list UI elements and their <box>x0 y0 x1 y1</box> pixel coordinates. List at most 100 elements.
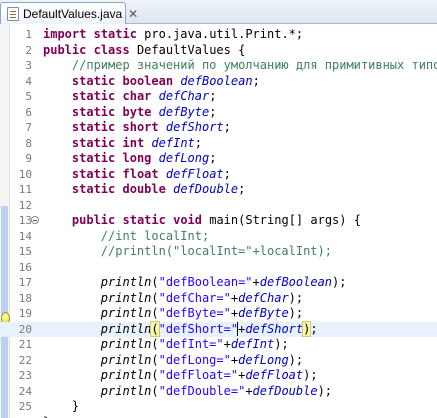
code-line[interactable]: 22 println("defLong="+defLong); <box>0 353 437 369</box>
code-token: ; <box>238 182 246 196</box>
code-token: ( <box>151 383 159 398</box>
line-text: println("defShort="+defShort); <box>43 320 318 338</box>
code-line[interactable]: 23 println("defFloat="+defFloat); <box>0 368 437 384</box>
code-token: ); <box>317 383 333 398</box>
code-token: defChar <box>238 290 289 305</box>
fold-collapse-icon[interactable] <box>31 216 39 224</box>
line-number: 18 <box>18 291 32 305</box>
line-number: 9 <box>25 152 32 165</box>
code-token: pro.java.util.Print.*; <box>136 27 304 41</box>
line-number: 1 <box>25 28 32 41</box>
code-line[interactable]: 17 println("defBoolean="+defBoolean); <box>0 275 437 291</box>
code-token: defInt <box>230 337 275 351</box>
line-text: println("defChar="+defChar); <box>43 291 303 307</box>
code-line[interactable]: 26} <box>0 415 437 418</box>
code-line[interactable]: 15 //println("localInt="+localInt); <box>0 244 437 260</box>
code-token: double <box>122 182 166 196</box>
code-token: static <box>71 120 116 134</box>
line-text: static char defChar; <box>43 89 217 105</box>
code-line[interactable]: 16 <box>0 260 437 276</box>
code-token: DefaultValues { <box>129 42 246 57</box>
line-text: println("defBoolean="+defBoolean); <box>43 275 347 291</box>
tab-defaultvalues-java[interactable]: DefaultValues.java ✕ <box>0 2 138 24</box>
code-token: defShort <box>165 120 224 134</box>
code-token: defLong <box>238 352 289 367</box>
code-token: "defLong=" <box>158 352 231 367</box>
line-text: static boolean defBoolean; <box>43 74 260 90</box>
code-line[interactable]: 1 import static pro.java.util.Print.*; <box>0 27 437 43</box>
code-line[interactable]: 5 static char defChar; <box>0 89 437 105</box>
code-line[interactable]: 14 //int localInt; <box>0 229 437 245</box>
code-line[interactable]: 7 static short defShort; <box>0 120 437 136</box>
code-token: main(String[] args) { <box>202 213 361 227</box>
line-number: 16 <box>18 260 32 274</box>
code-line[interactable]: 6 static byte defByte; <box>0 105 437 121</box>
line-number: 5 <box>25 90 32 103</box>
line-number: 6 <box>25 105 32 119</box>
code-editor[interactable]: 1 import static pro.java.util.Print.*; 2 pu… <box>0 24 437 418</box>
code-line[interactable]: 4 static boolean defBoolean; <box>0 74 437 90</box>
code-line[interactable]: 2 public class DefaultValues { <box>0 43 437 59</box>
line-text: println("defInt="+defInt); <box>43 337 289 353</box>
code-token: defBoolean <box>259 275 333 289</box>
code-token: println <box>100 321 152 336</box>
code-line[interactable]: 19 println("defByte="+defByte); <box>0 306 437 322</box>
code-token: defByte <box>238 306 289 320</box>
code-line[interactable]: 20 println("defShort="+defShort); <box>0 320 437 338</box>
code-token: ; <box>223 120 231 134</box>
code-line[interactable]: 12 <box>0 198 437 214</box>
code-token: + <box>230 290 239 305</box>
close-icon[interactable]: ✕ <box>128 7 138 21</box>
line-number: 24 <box>18 384 32 398</box>
code-token: ; <box>310 321 318 336</box>
code-line[interactable]: 10 static float defFloat; <box>0 167 437 183</box>
code-line[interactable]: 11 static double defDouble; <box>0 182 437 198</box>
line-text: static long defLong; <box>43 151 217 167</box>
code-line[interactable]: 24 println("defDouble="+defDouble); <box>0 384 437 400</box>
code-token: ; <box>194 135 203 150</box>
code-token: ( <box>151 368 159 382</box>
line-text: } <box>43 415 50 418</box>
code-token: import <box>43 27 87 41</box>
code-token: ; <box>209 104 217 119</box>
code-token: ); <box>288 290 304 305</box>
line-number: 13 <box>18 214 32 227</box>
code-line[interactable]: 8 static int defInt; <box>0 136 437 152</box>
code-line[interactable]: 21 println("defInt="+defInt); <box>0 337 437 353</box>
code-line[interactable]: 13 public static void main(String[] args… <box>0 213 437 229</box>
code-line[interactable]: 25 } <box>0 399 437 415</box>
line-text: static byte defByte; <box>43 104 217 121</box>
code-token: defFloat <box>165 166 224 181</box>
code-token: ); <box>288 352 304 367</box>
code-line[interactable]: 3 //пример значений по умолчанию для при… <box>0 58 437 74</box>
code-line[interactable]: 18 println("defChar="+defChar); <box>0 291 437 307</box>
code-token: //пример значений по умолчанию для прими… <box>71 58 437 72</box>
code-token: ( <box>151 352 159 367</box>
code-token: defShort <box>245 321 304 336</box>
code-line[interactable]: 9 static long defLong; <box>0 151 437 167</box>
line-number: 4 <box>25 74 32 88</box>
